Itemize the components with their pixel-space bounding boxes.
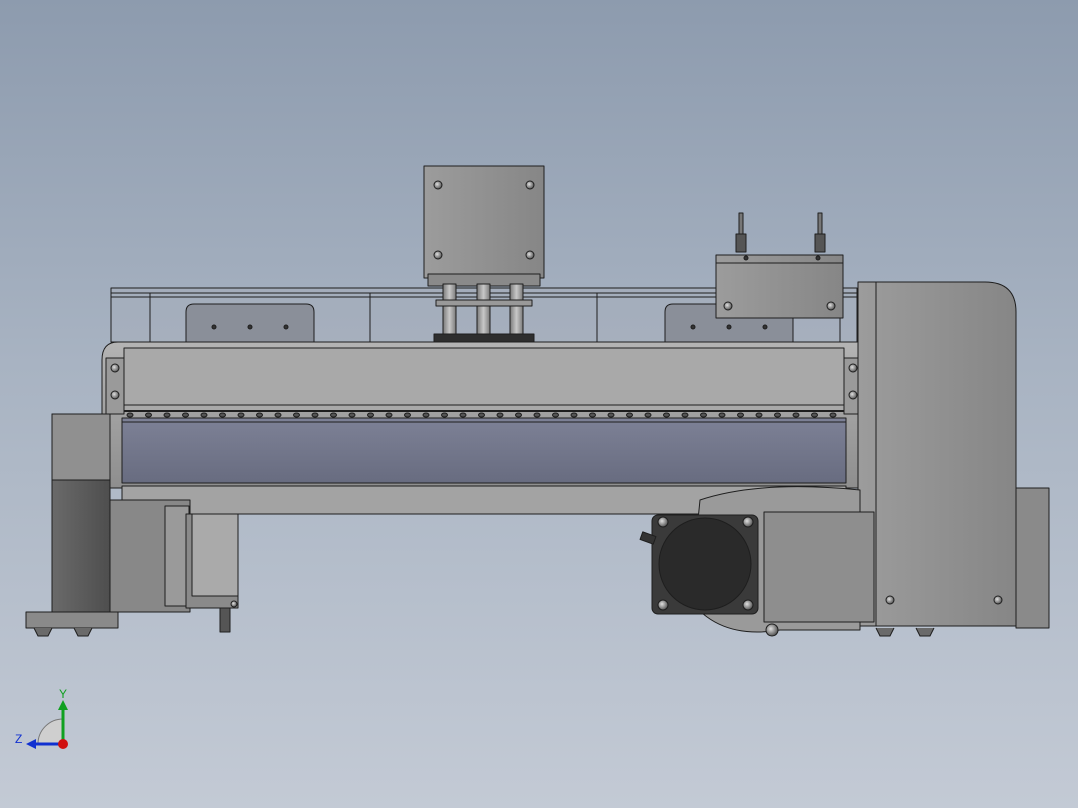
orientation-triad [26,700,68,749]
triad-y-label: Y [59,687,68,701]
graphics-viewport[interactable]: Y Z [0,0,1078,808]
triad-z-label: Z [15,732,23,746]
